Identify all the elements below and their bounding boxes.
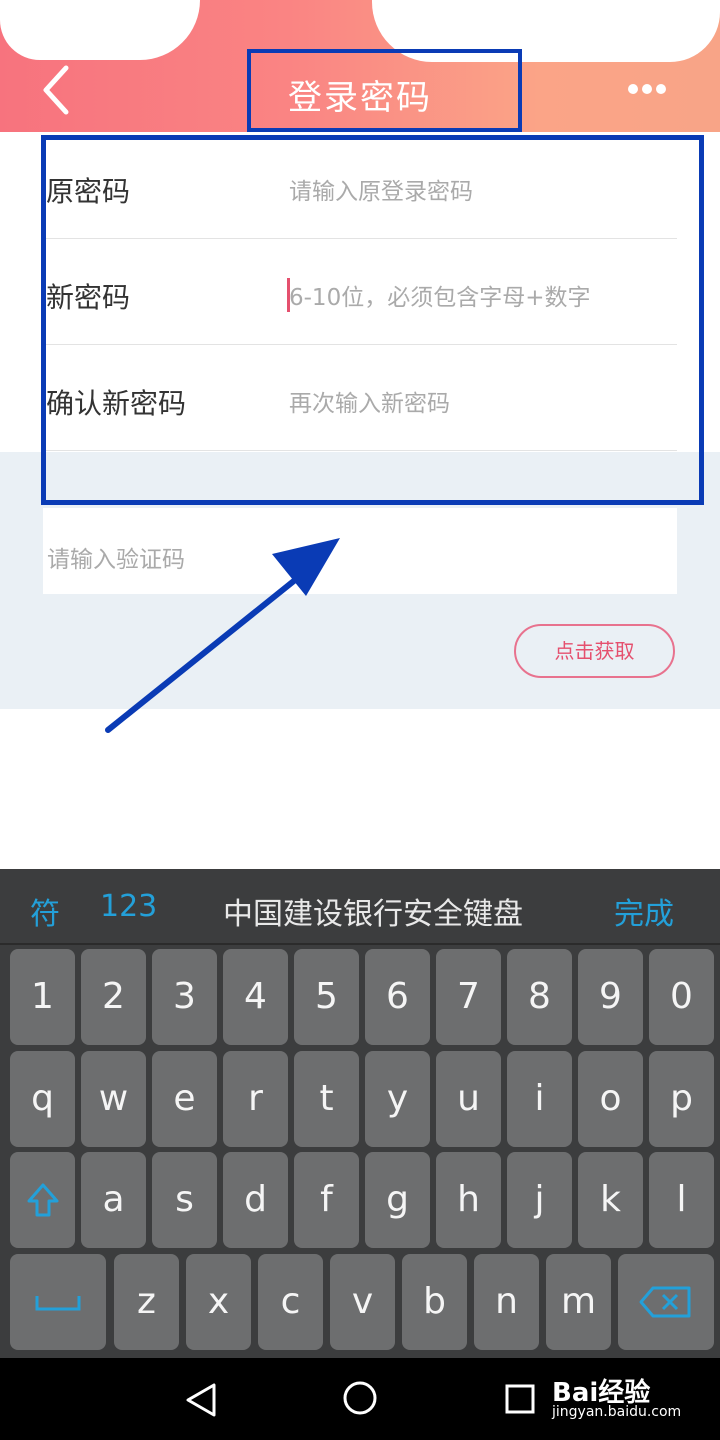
watermark-url: jingyan.baidu.com xyxy=(552,1404,682,1420)
key[interactable]: d xyxy=(223,1152,288,1248)
key[interactable]: a xyxy=(81,1152,146,1248)
key[interactable]: 9 xyxy=(578,949,643,1045)
get-code-button[interactable]: 点击获取 xyxy=(514,624,675,678)
space-key[interactable] xyxy=(10,1254,106,1350)
key[interactable]: 8 xyxy=(507,949,572,1045)
key[interactable]: w xyxy=(81,1051,146,1147)
key[interactable]: o xyxy=(578,1051,643,1147)
key[interactable]: 7 xyxy=(436,949,501,1045)
key[interactable]: 3 xyxy=(152,949,217,1045)
cloud-decoration xyxy=(0,0,200,60)
shift-key[interactable] xyxy=(10,1152,75,1248)
key[interactable]: 1 xyxy=(10,949,75,1045)
key[interactable]: v xyxy=(330,1254,395,1350)
key[interactable]: y xyxy=(365,1051,430,1147)
key[interactable]: l xyxy=(649,1152,714,1248)
key[interactable]: z xyxy=(114,1254,179,1350)
key[interactable]: q xyxy=(10,1051,75,1147)
key[interactable]: t xyxy=(294,1051,359,1147)
backspace-icon xyxy=(639,1286,691,1318)
key[interactable]: c xyxy=(258,1254,323,1350)
key[interactable]: x xyxy=(186,1254,251,1350)
key[interactable]: s xyxy=(152,1152,217,1248)
key[interactable]: e xyxy=(152,1051,217,1147)
key[interactable]: i xyxy=(507,1051,572,1147)
key[interactable]: 6 xyxy=(365,949,430,1045)
key[interactable]: g xyxy=(365,1152,430,1248)
space-icon xyxy=(35,1296,81,1311)
key[interactable]: u xyxy=(436,1051,501,1147)
shift-arrow-icon xyxy=(27,1183,58,1217)
keyboard-title: 中国建设银行安全键盘 xyxy=(223,897,523,932)
key[interactable]: k xyxy=(578,1152,643,1248)
annotation-box-form xyxy=(41,135,704,505)
baidu-watermark: Bai经验 jingyan.baidu.com xyxy=(552,1372,712,1432)
recents-square-icon[interactable] xyxy=(505,1384,535,1414)
key[interactable]: r xyxy=(223,1051,288,1147)
delete-key[interactable] xyxy=(618,1254,714,1350)
keyboard-toolbar: 符 123 中国建设银行安全键盘 完成 xyxy=(0,869,720,945)
done-key[interactable]: 完成 xyxy=(614,889,674,933)
home-circle-icon[interactable] xyxy=(342,1380,378,1416)
annotation-box-title xyxy=(247,49,522,132)
back-triangle-icon[interactable] xyxy=(184,1382,218,1418)
key[interactable]: j xyxy=(507,1152,572,1248)
key[interactable]: 0 xyxy=(649,949,714,1045)
key[interactable]: 4 xyxy=(223,949,288,1045)
key[interactable]: h xyxy=(436,1152,501,1248)
key[interactable]: b xyxy=(402,1254,467,1350)
annotation-arrow-icon xyxy=(105,538,340,733)
key[interactable]: n xyxy=(474,1254,539,1350)
key[interactable]: m xyxy=(546,1254,611,1350)
secure-keyboard: 符 123 中国建设银行安全键盘 完成 1 2 3 4 5 6 7 8 9 0 … xyxy=(0,869,720,1358)
key[interactable]: f xyxy=(294,1152,359,1248)
more-icon[interactable] xyxy=(624,80,670,100)
key[interactable]: 5 xyxy=(294,949,359,1045)
key[interactable]: 2 xyxy=(81,949,146,1045)
key[interactable]: p xyxy=(649,1051,714,1147)
